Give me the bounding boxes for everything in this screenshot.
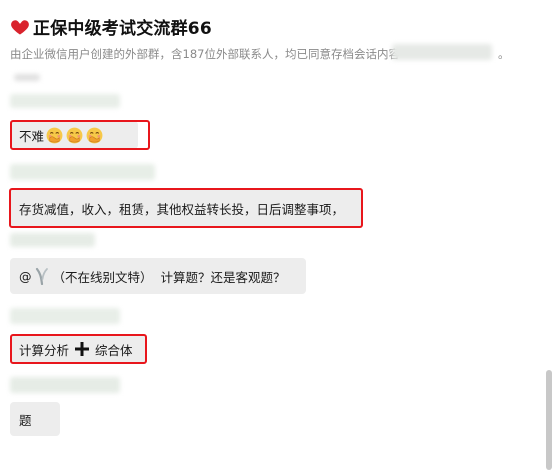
- chat-header: 正保中级考试交流群66 由企业微信用户创建的外部群，含187位外部联系人，均已同…: [0, 0, 553, 72]
- scrollbar[interactable]: [546, 370, 552, 470]
- chat-title[interactable]: 正保中级考试交流群66: [33, 14, 212, 39]
- chat-subtitle: 由企业微信用户创建的外部群，含187位外部联系人，均已同意存档会话内容: [10, 46, 400, 62]
- heart-icon: [11, 19, 29, 34]
- message-bubble[interactable]: @ （不在线别文特） 计算题？还是客观题？: [10, 258, 306, 294]
- highlight-box: [10, 334, 147, 364]
- chat-title-row: 正保中级考试交流群66: [10, 14, 212, 39]
- subtitle-suffix: 。: [498, 47, 510, 61]
- avatar-icon: [35, 267, 48, 285]
- sender-name-redacted: [10, 308, 120, 324]
- highlight-box: [9, 188, 363, 228]
- highlight-box: [10, 120, 150, 150]
- message-text: 计算题？还是客观题？: [160, 269, 286, 285]
- sender-name-redacted: [10, 377, 120, 393]
- subtitle-text: 由企业微信用户创建的外部群，含187位外部联系人，均已同意存档会话内容: [10, 47, 400, 61]
- mention-symbol[interactable]: @: [19, 269, 32, 284]
- message-list[interactable]: 不难 存货减值，收入，租赁，其他权益转长投，日后调整事项， @ （不在线别文特）…: [0, 72, 553, 470]
- sender-name-redacted: [14, 74, 40, 81]
- redacted-area: [392, 44, 492, 60]
- message-text: 题: [19, 412, 32, 428]
- mention-status: （不在线别文特）: [52, 269, 153, 285]
- message-bubble[interactable]: 题: [10, 402, 60, 436]
- sender-name-redacted: [10, 164, 155, 180]
- sender-name-redacted: [10, 94, 120, 108]
- sender-name-redacted: [10, 233, 95, 247]
